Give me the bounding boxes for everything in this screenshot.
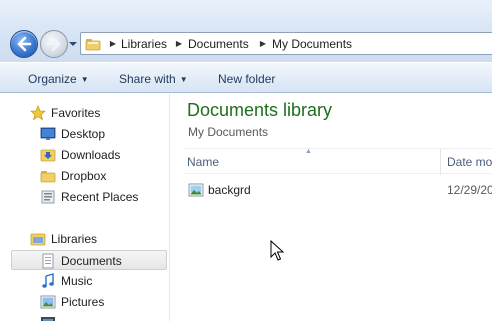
back-button[interactable] <box>10 30 38 58</box>
library-title: Documents library <box>187 100 333 120</box>
nav-libraries[interactable]: Libraries <box>30 229 160 249</box>
nav-item-label: Desktop <box>61 127 106 141</box>
column-header-row: ▲ Name Date mo <box>185 148 492 175</box>
chevron-down-icon: ▼ <box>80 75 89 84</box>
navigation-pane: Favorites Desktop Downloads Dropbox Rece… <box>0 93 170 321</box>
libraries-icon <box>30 233 46 246</box>
sort-ascending-icon: ▲ <box>305 148 312 155</box>
mouse-pointer-icon <box>270 240 284 261</box>
share-with-label: Share with <box>119 72 176 86</box>
content-pane: Documents library My Documents ▲ Name Da… <box>171 93 492 321</box>
desktop-icon <box>40 127 56 140</box>
nav-item-dropbox[interactable]: Dropbox <box>40 166 165 186</box>
breadcrumb-my-documents[interactable]: My Documents <box>272 36 352 52</box>
image-file-icon <box>188 183 204 197</box>
column-header-date-modified[interactable]: Date mo <box>447 155 492 169</box>
nav-item-music[interactable]: Music <box>40 271 165 291</box>
file-name: backgrd <box>208 183 251 197</box>
breadcrumb-libraries[interactable]: Libraries <box>121 36 167 52</box>
command-bar: Organize ▼ Share with ▼ New folder <box>0 62 492 93</box>
share-with-menu[interactable]: Share with ▼ <box>119 71 188 87</box>
folder-icon <box>85 39 101 51</box>
nav-item-label: Music <box>61 274 93 288</box>
nav-item-label: Recent Places <box>61 190 139 204</box>
nav-item-pictures[interactable]: Pictures <box>40 292 165 312</box>
nav-item-videos-partial[interactable] <box>40 313 165 321</box>
nav-item-label: Documents <box>61 254 122 268</box>
nav-favorites[interactable]: Favorites <box>30 103 160 123</box>
star-icon <box>30 105 46 121</box>
chevron-down-icon <box>69 42 77 46</box>
chevron-down-icon: ▼ <box>179 75 188 84</box>
breadcrumb-separator[interactable]: ▶ <box>107 37 119 51</box>
new-folder-label: New folder <box>218 72 276 86</box>
nav-item-label: Pictures <box>61 295 105 309</box>
column-divider[interactable] <box>440 149 441 175</box>
address-bar[interactable]: ▶ Libraries ▶ Documents ▶ My Documents <box>80 32 492 55</box>
breadcrumb-separator[interactable]: ▶ <box>257 37 269 51</box>
recent-pages-dropdown[interactable] <box>68 38 78 48</box>
downloads-folder-icon <box>40 149 56 162</box>
recent-places-icon <box>41 190 55 204</box>
navigation-bar: ▶ Libraries ▶ Documents ▶ My Documents <box>0 0 492 62</box>
nav-item-recent-places[interactable]: Recent Places <box>40 187 165 207</box>
file-row[interactable]: backgrd 12/29/20 <box>185 179 492 201</box>
videos-icon <box>41 317 55 321</box>
forward-arrow-icon <box>46 36 61 52</box>
nav-libraries-label: Libraries <box>51 232 98 246</box>
nav-item-documents[interactable]: Documents <box>11 250 167 270</box>
folder-icon <box>40 171 56 183</box>
library-subtitle: My Documents <box>188 125 269 139</box>
new-folder-button[interactable]: New folder <box>218 71 275 87</box>
nav-item-label: Downloads <box>61 148 121 162</box>
file-date-modified: 12/29/20 <box>447 183 492 197</box>
organize-label: Organize <box>28 72 77 86</box>
nav-item-desktop[interactable]: Desktop <box>40 124 165 144</box>
nav-item-label: Dropbox <box>61 169 107 183</box>
column-header-name[interactable]: Name <box>187 155 219 169</box>
forward-button[interactable] <box>40 30 68 58</box>
nav-favorites-label: Favorites <box>51 106 101 120</box>
breadcrumb-separator[interactable]: ▶ <box>173 37 185 51</box>
breadcrumb-documents[interactable]: Documents <box>188 36 249 52</box>
back-arrow-icon <box>17 36 32 52</box>
documents-icon <box>42 253 54 269</box>
music-icon <box>42 273 54 288</box>
nav-item-downloads[interactable]: Downloads <box>40 145 165 165</box>
organize-menu[interactable]: Organize ▼ <box>28 71 89 87</box>
pictures-icon <box>40 295 56 309</box>
